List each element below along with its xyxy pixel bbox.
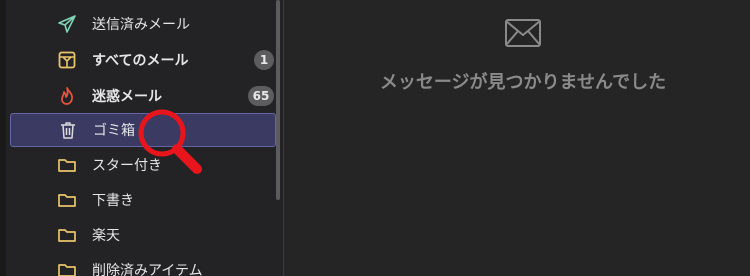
sidebar-item-label: 送信済みメール bbox=[92, 17, 190, 33]
folder-icon bbox=[56, 189, 78, 211]
sidebar-item-label: 下書き bbox=[92, 193, 134, 209]
sidebar-item-label: 削除済みアイテム bbox=[92, 263, 203, 276]
unread-count-badge: 65 bbox=[248, 86, 274, 106]
folder-sidebar: 送信済みメール すべてのメール 1 迷惑メール 65 ゴミ箱 スター付き 下書き… bbox=[6, 0, 276, 276]
unread-count-badge: 1 bbox=[254, 50, 274, 70]
sidebar-item-trash[interactable]: ゴミ箱 bbox=[10, 113, 276, 147]
sidebar-item-rakuten[interactable]: 楽天 bbox=[10, 218, 276, 252]
folder-icon bbox=[56, 224, 78, 246]
folder-icon bbox=[56, 154, 78, 176]
envelope-icon bbox=[504, 18, 542, 52]
sidebar-item-starred[interactable]: スター付き bbox=[10, 148, 276, 182]
trash-icon bbox=[57, 119, 79, 141]
sidebar-item-drafts[interactable]: 下書き bbox=[10, 183, 276, 217]
sidebar-item-sent[interactable]: 送信済みメール bbox=[10, 7, 276, 41]
send-icon bbox=[56, 13, 78, 35]
empty-state-message: メッセージが見つかりませんでした bbox=[379, 72, 667, 93]
sidebar-item-spam[interactable]: 迷惑メール 65 bbox=[10, 79, 276, 113]
folder-icon bbox=[56, 259, 78, 276]
archive-icon bbox=[56, 49, 78, 71]
sidebar-item-label: ゴミ箱 bbox=[93, 123, 135, 139]
message-list-pane: メッセージが見つかりませんでした bbox=[284, 0, 750, 276]
sidebar-item-label: 楽天 bbox=[92, 228, 120, 244]
sidebar-scrollbar-thumb[interactable] bbox=[276, 0, 280, 200]
mail-app: 送信済みメール すべてのメール 1 迷惑メール 65 ゴミ箱 スター付き 下書き… bbox=[0, 0, 750, 276]
sidebar-item-deleted-items[interactable]: 削除済みアイテム bbox=[10, 253, 276, 276]
sidebar-item-label: 迷惑メール bbox=[92, 89, 162, 105]
sidebar-item-label: すべてのメール bbox=[92, 53, 189, 69]
sidebar-item-label: スター付き bbox=[92, 158, 162, 174]
sidebar-scrollbar[interactable] bbox=[276, 0, 282, 276]
sidebar-item-all-mail[interactable]: すべてのメール 1 bbox=[10, 43, 276, 77]
flame-icon bbox=[56, 85, 78, 107]
